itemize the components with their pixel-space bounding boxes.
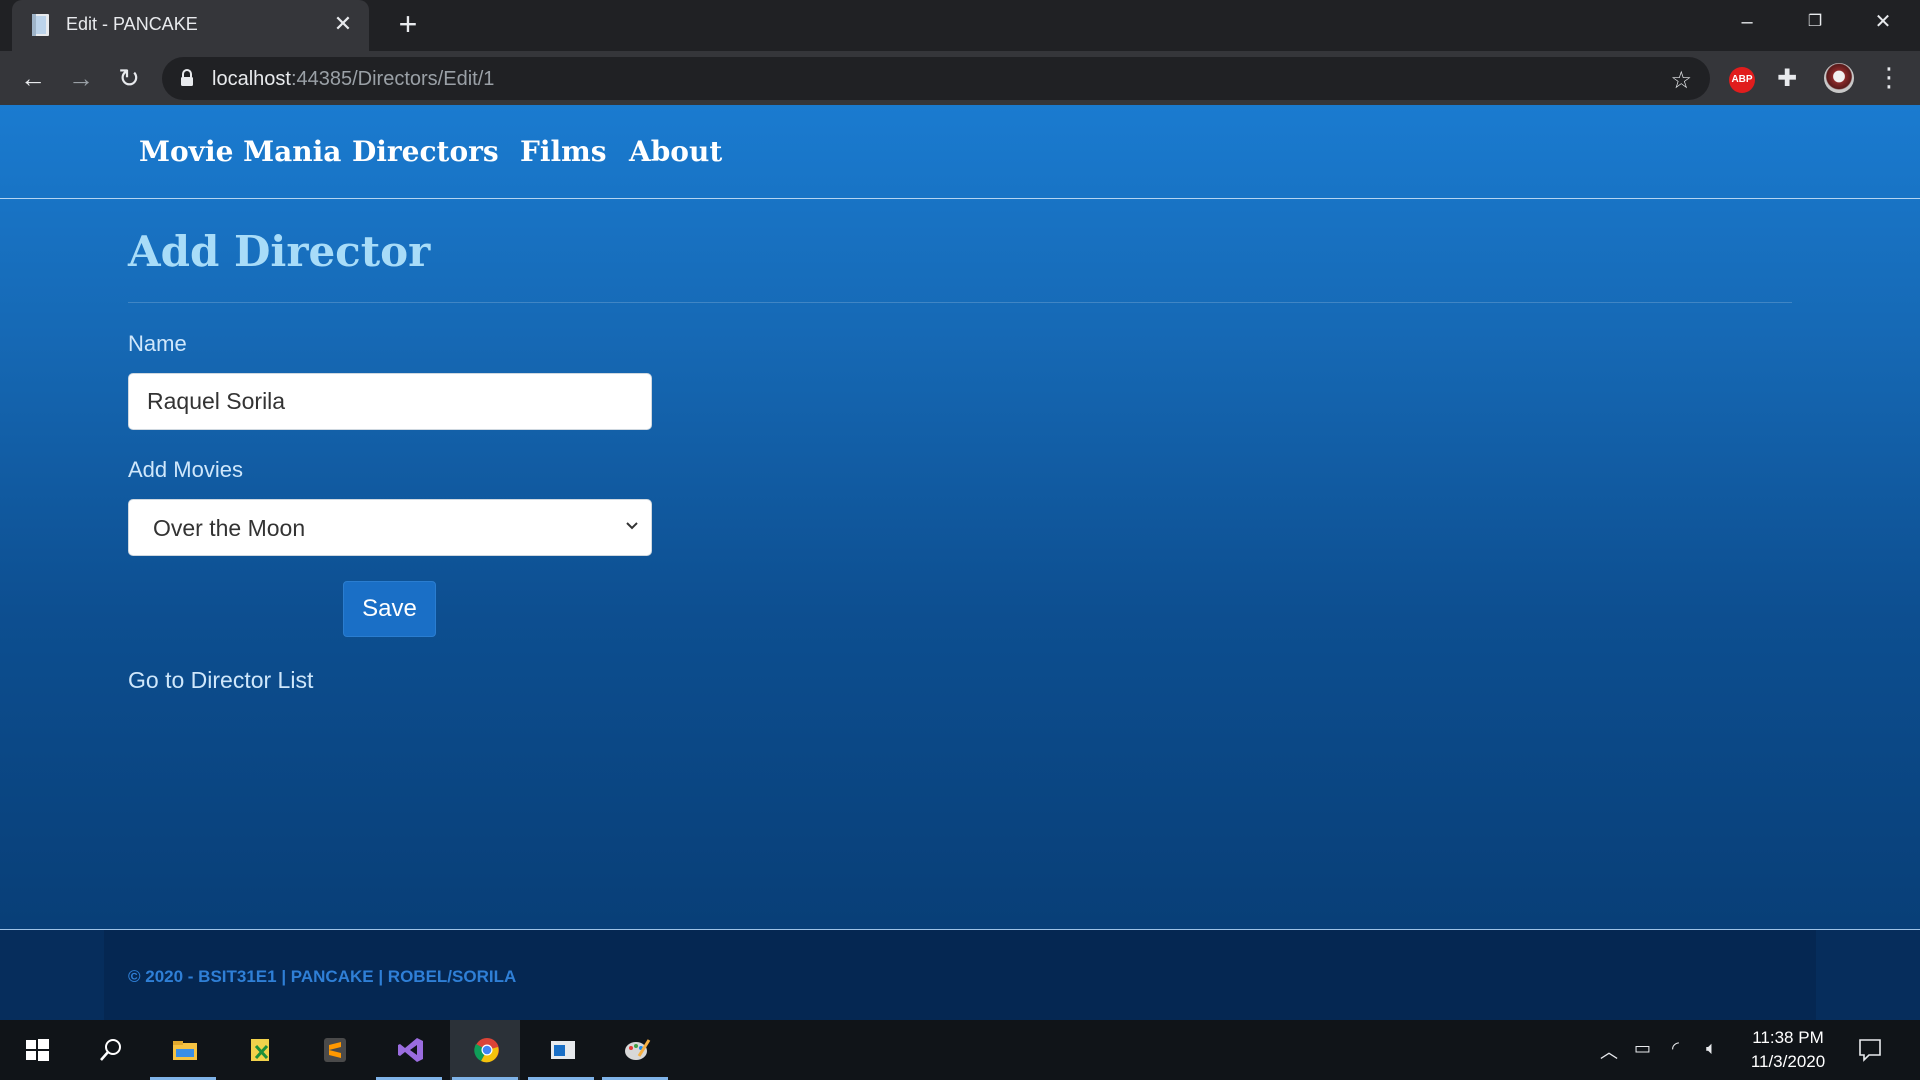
visual-studio-icon (398, 1038, 423, 1062)
window-close-icon[interactable]: ✕ (1863, 6, 1903, 38)
page-icon (32, 14, 49, 36)
menu-kebab-icon[interactable]: ⋮ (1876, 62, 1902, 93)
movies-select-value: Over the Moon (153, 515, 306, 541)
wifi-icon[interactable]: ◜ (1672, 1038, 1679, 1059)
nav-link-about[interactable]: About (629, 135, 722, 168)
new-tab-icon[interactable]: + (393, 8, 423, 40)
volume-muted-icon[interactable]: 🔈︎ (1706, 1038, 1717, 1059)
nav-link-directors[interactable]: Directors (352, 135, 499, 168)
window-app-icon (551, 1041, 575, 1059)
browser-toolbar: ← → ↻ localhost:44385/Directors/Edit/1 ☆… (0, 51, 1920, 105)
taskbar-sublime-text[interactable] (298, 1020, 368, 1080)
windows-logo-icon (26, 1039, 49, 1061)
sublime-text-icon (324, 1038, 346, 1062)
taskbar-file-explorer[interactable] (148, 1020, 218, 1080)
site-navbar: Movie Mania Directors Films About (0, 105, 1920, 199)
battery-icon[interactable]: ▭ (1634, 1038, 1651, 1059)
nav-link-movie-mania[interactable]: Movie Mania (139, 135, 341, 168)
taskbar-edit-window[interactable] (526, 1020, 596, 1080)
nav-link-films[interactable]: Films (520, 135, 607, 168)
lock-icon (181, 69, 193, 86)
movies-select[interactable]: Over the Moon (128, 499, 652, 556)
notifications-icon[interactable] (1857, 1037, 1883, 1063)
clock-time: 11:38 PM (1752, 1028, 1824, 1047)
chrome-icon (474, 1038, 499, 1063)
system-clock[interactable]: 11:38 PM 11/3/2020 (1738, 1026, 1838, 1074)
taskbar-visual-studio[interactable] (374, 1020, 444, 1080)
web-page: Movie Mania Directors Films About Add Di… (0, 105, 1920, 1020)
chevron-down-icon (626, 522, 638, 530)
xampp-icon (251, 1039, 269, 1061)
taskbar-xampp[interactable] (224, 1020, 294, 1080)
taskbar: ︿ ▭ ◜ 🔈︎ 11:38 PM 11/3/2020 (0, 1020, 1920, 1080)
back-arrow-icon[interactable]: ← (16, 61, 50, 95)
browser-tab-strip: Edit - PANCAKE ✕ + – ❐ ✕ (0, 0, 1920, 51)
url-text: localhost:44385/Directors/Edit/1 (212, 68, 494, 91)
name-input[interactable] (128, 373, 652, 430)
forward-arrow-icon[interactable]: → (64, 61, 98, 95)
start-button[interactable] (0, 1020, 70, 1080)
extensions-puzzle-icon[interactable]: ✚ (1777, 64, 1797, 93)
footer-copyright: © 2020 - BSIT31E1 | PANCAKE | ROBEL/SORI… (128, 967, 517, 986)
url-path: :44385/Directors/Edit/1 (290, 68, 495, 90)
page-title: Add Director (128, 227, 431, 276)
save-button[interactable]: Save (343, 581, 436, 637)
tab-title: Edit - PANCAKE (66, 14, 198, 34)
minimize-icon[interactable]: – (1727, 6, 1767, 38)
search-button[interactable] (74, 1020, 144, 1080)
adblock-extension-icon[interactable]: ABP (1729, 67, 1755, 93)
taskbar-chrome[interactable] (450, 1020, 520, 1080)
restore-icon[interactable]: ❐ (1795, 6, 1835, 38)
tab-close-icon[interactable]: ✕ (331, 12, 355, 36)
show-hidden-icons-chevron-icon[interactable]: ︿ (1600, 1038, 1618, 1064)
search-icon (100, 1039, 121, 1061)
heading-divider (128, 302, 1792, 303)
reload-icon[interactable]: ↻ (112, 61, 146, 95)
add-movies-label: Add Movies (128, 457, 243, 482)
bookmark-star-icon[interactable]: ☆ (1670, 66, 1692, 95)
paint-palette-icon (625, 1039, 651, 1060)
clock-date: 11/3/2020 (1750, 1052, 1826, 1071)
folder-icon (173, 1041, 197, 1060)
profile-avatar[interactable] (1824, 63, 1854, 93)
url-host: localhost (212, 68, 291, 90)
name-label: Name (128, 331, 187, 356)
director-list-link[interactable]: Go to Director List (128, 667, 313, 694)
address-bar[interactable]: localhost:44385/Directors/Edit/1 ☆ (162, 57, 1710, 100)
browser-tab[interactable]: Edit - PANCAKE ✕ (12, 0, 369, 51)
taskbar-paint[interactable] (600, 1020, 670, 1080)
